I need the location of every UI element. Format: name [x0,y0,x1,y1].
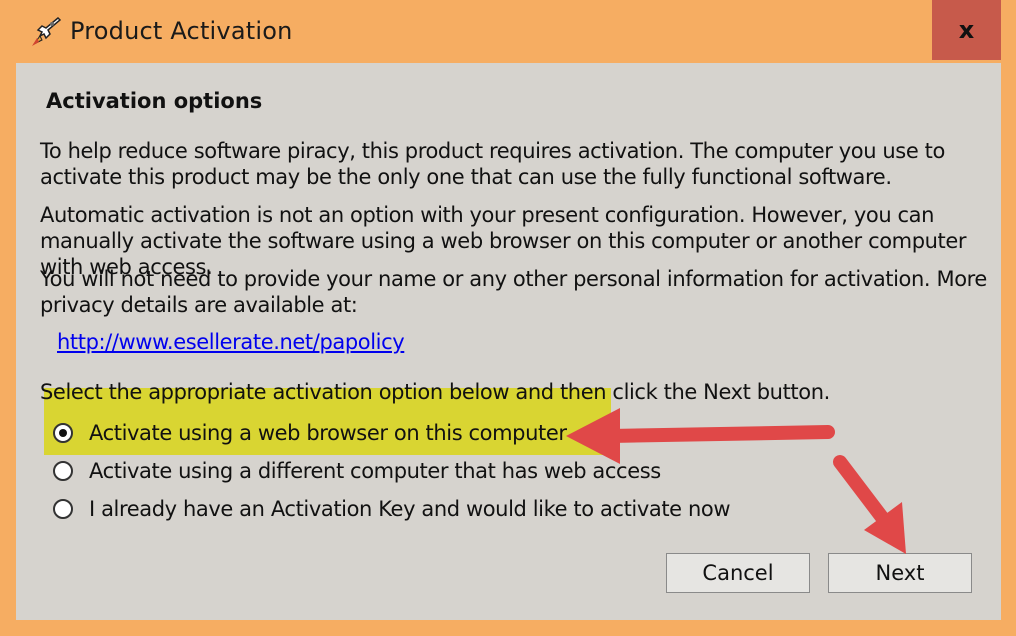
close-button[interactable]: x [932,0,1001,60]
cancel-button[interactable]: Cancel [666,553,810,593]
radio-button[interactable] [53,461,73,481]
option-label: Activate using a different computer that… [89,459,661,483]
privacy-policy-link[interactable]: http://www.esellerate.net/papolicy [57,330,405,354]
title-bar: Product Activation x [0,0,1016,63]
window-title: Product Activation [70,17,293,45]
dialog-body: Activation options To help reduce softwa… [16,63,1001,620]
section-heading: Activation options [46,89,263,113]
piracy-paragraph: To help reduce software piracy, this pro… [40,139,945,189]
option-label: Activate using a web browser on this com… [89,421,567,445]
activation-dialog: Product Activation x Activation options … [0,0,1016,636]
option-label: I already have an Activation Key and wou… [89,497,731,521]
next-button[interactable]: Next [828,553,972,593]
option-have-activation-key[interactable]: I already have an Activation Key and wou… [53,494,731,524]
radio-button-selected[interactable] [53,423,73,443]
option-web-browser-this-computer[interactable]: Activate using a web browser on this com… [53,418,567,448]
instruction-text: Select the appropriate activation option… [40,380,830,404]
radio-button[interactable] [53,499,73,519]
privacy-paragraph: You will not need to provide your name o… [40,267,987,317]
rocket-icon [32,16,62,46]
option-different-computer[interactable]: Activate using a different computer that… [53,456,661,486]
